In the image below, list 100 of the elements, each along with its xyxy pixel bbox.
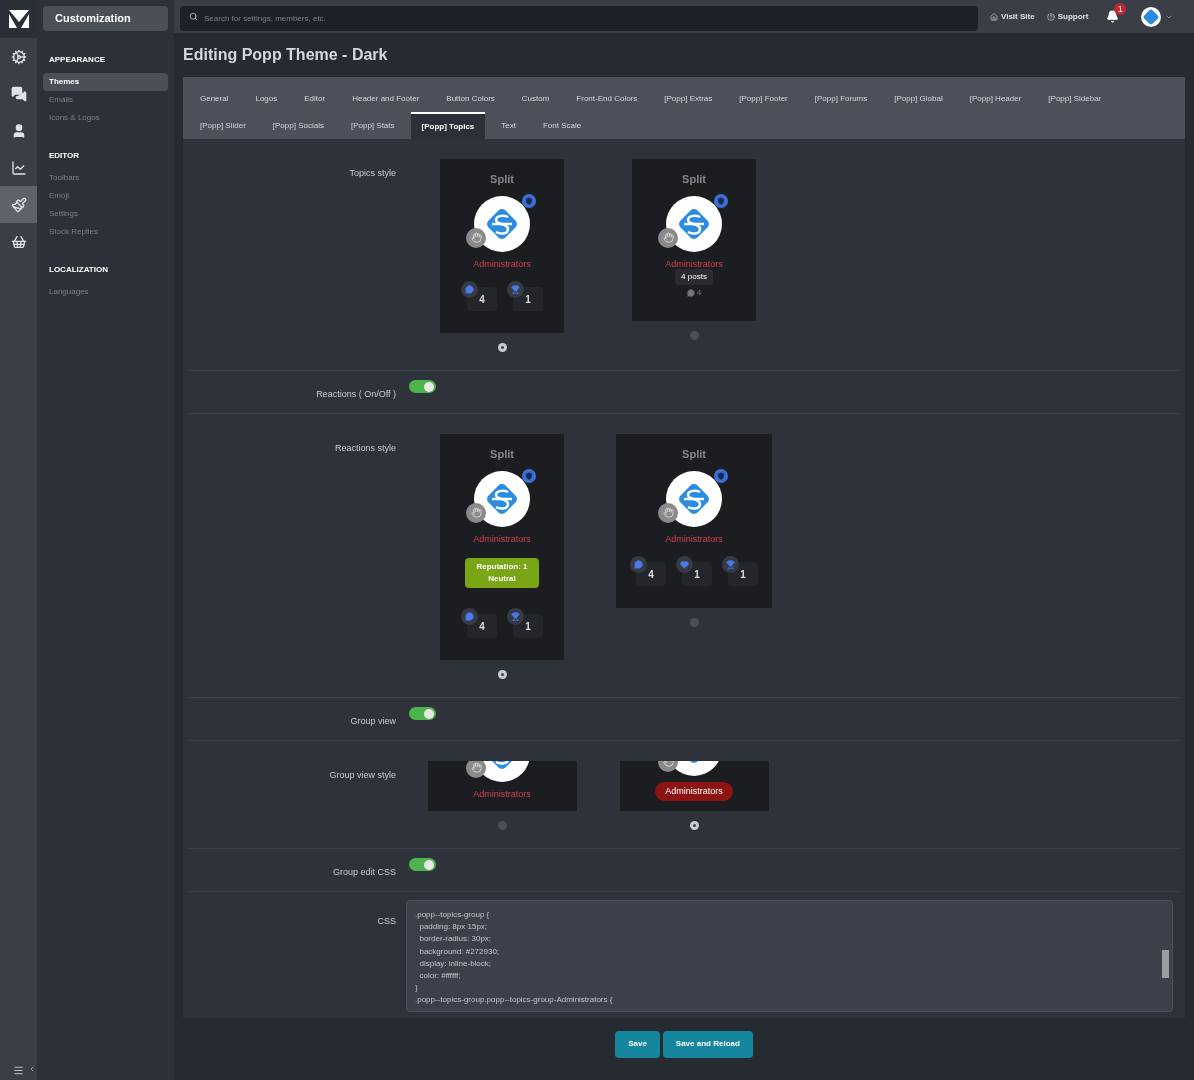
shield-icon [714,193,728,208]
nav-item[interactable]: Themes [43,73,168,91]
tab[interactable]: [Popp] Sidebar [1037,85,1113,112]
page-title: Editing Popp Theme - Dark [183,45,388,66]
scrollbar[interactable] [1162,950,1169,978]
nav-item[interactable]: Stock Replies [43,223,168,241]
tab[interactable]: [Popp] Stats [339,112,406,139]
tab[interactable]: [Popp] Slider [189,112,257,139]
tab[interactable]: Custom [510,85,561,112]
tab[interactable]: Logos [244,85,289,112]
reputation-badge: Reputation: 1 Neutral [465,558,539,588]
radio-button[interactable] [497,670,507,679]
radio-button[interactable] [689,618,699,627]
toggle-switch[interactable] [409,380,436,393]
speech-bubble-icon [686,289,695,297]
shield-icon [714,468,728,483]
logo-icon[interactable] [8,10,29,28]
setting-label: Reactions ( On/Off ) [316,389,396,399]
setting-label: Group view style [329,770,396,780]
radio-button[interactable] [497,821,507,830]
customization-button[interactable]: Customization [43,6,168,31]
chevron-left-icon [28,1065,36,1073]
hand-icon [658,227,678,248]
speech-bubble-icon [461,608,478,625]
group-name: Administrators [473,257,531,271]
setting-label: Group edit CSS [332,867,396,877]
radio-button[interactable] [497,343,507,352]
tab[interactable]: Front-End Colors [565,85,649,112]
search-field[interactable]: Search for settings, members, etc. [180,6,978,32]
topbar-link[interactable]: Support [1046,10,1089,23]
tab[interactable]: Editor [293,85,337,112]
nav-heading: APPEARANCE [49,55,105,64]
line-chart-icon [10,159,27,176]
post-count: 4 [696,287,702,299]
tab[interactable]: [Popp] Extras [653,85,724,112]
tab[interactable]: [Popp] Header [958,85,1033,112]
shield-icon [522,193,536,208]
avatar-logo-icon [666,470,722,527]
save-and-reload-button[interactable]: Save and Reload [662,1030,753,1058]
search-icon [189,12,198,22]
tab[interactable]: [Popp] Topics [410,112,486,139]
chat-bubbles-icon [10,85,27,102]
avatar-logo-icon [474,470,530,527]
avatar-logo-icon [474,195,530,252]
preview-title: Split [490,172,514,187]
group-name: Administrators [665,532,723,546]
house-icon [990,12,998,21]
setting-label: Topics style [349,168,396,178]
nav-item[interactable]: Icons & Logos [43,109,168,127]
hand-icon [466,761,486,778]
setting-label: CSS [377,916,396,926]
tab[interactable]: Button Colors [435,85,506,112]
tab[interactable]: [Popp] Forums [803,85,879,112]
shield-icon [522,468,536,483]
nav-heading: LOCALIZATION [49,265,108,274]
toggle-switch[interactable] [409,707,436,720]
tab[interactable]: [Popp] Socials [261,112,335,139]
user-avatar[interactable] [1141,6,1162,27]
tab[interactable]: Text [490,112,527,139]
trophy-icon [507,608,524,625]
preview-title: Split [490,447,514,462]
group-name: Administrators [473,532,531,546]
group-pill: Administrators [655,781,733,801]
help-icon [1046,12,1055,21]
radio-button[interactable] [689,331,699,340]
toggle-switch[interactable] [409,858,436,871]
trophy-icon [722,556,739,573]
basket-icon [10,233,27,250]
tab[interactable]: [Popp] Footer [728,85,799,112]
bell-icon[interactable] [1106,10,1120,24]
tab[interactable]: Header and Footer [341,85,431,112]
setting-label: Group view [350,716,396,726]
menu-icon[interactable] [13,1064,24,1076]
topbar-link[interactable]: Visit Site [990,10,1035,23]
hand-icon [466,502,486,523]
nav-item[interactable]: Toolbars [43,169,168,187]
paintbrush-icon [10,196,27,213]
css-field[interactable]: .popp--topics-group { padding: 8px 15px; border-radius: 30px; background: #272930; display: inline-block; color: #ffffff; } .popp--topics-group.popp--topics-group-Administrators { [406,900,1173,1012]
avatar-logo-icon [666,195,722,252]
group-name: Administrators [665,257,723,271]
speech-bubble-icon [630,556,647,573]
hand-icon [466,227,486,248]
nav-heading: EDITOR [49,151,80,160]
save-button[interactable]: Save [615,1030,660,1058]
rail-item[interactable] [0,186,37,223]
hand-icon [658,502,678,523]
nav-item[interactable]: Emoji [43,187,168,205]
nav-item[interactable]: Languages [43,283,168,301]
notification-badge: 1 [1114,3,1127,16]
radio-button[interactable] [689,821,699,830]
preview-title: Split [682,447,706,462]
tooltip: 4 posts [675,269,713,285]
tab[interactable]: Font Scale [531,112,593,139]
tab[interactable]: [Popp] Global [883,85,954,112]
trophy-icon [507,281,524,298]
setting-label: Reactions style [334,443,396,453]
nav-item[interactable]: Emails [43,91,168,109]
nav-item[interactable]: Settings [43,205,168,223]
tab[interactable]: General [189,85,240,112]
group-name: Administrators [473,787,531,801]
